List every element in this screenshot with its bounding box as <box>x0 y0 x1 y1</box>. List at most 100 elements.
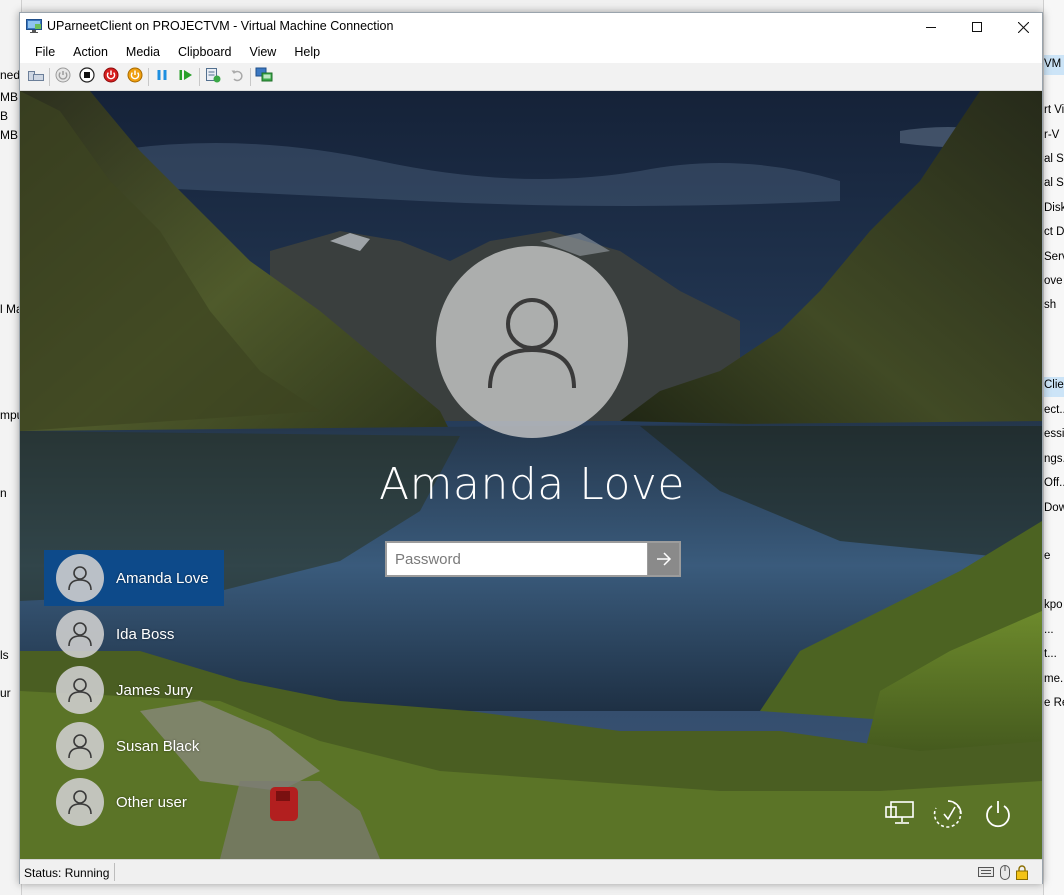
user-avatar-icon <box>68 566 92 591</box>
resume-button[interactable] <box>174 66 198 88</box>
toolbar <box>20 63 1042 91</box>
status-separator <box>114 863 115 881</box>
ctrl-alt-del-button[interactable] <box>24 66 48 88</box>
bg-fragment: Serv <box>1044 251 1064 263</box>
user-avatar-icon <box>68 678 92 703</box>
turn-off-button[interactable] <box>75 66 99 88</box>
user-avatar-icon <box>68 790 92 815</box>
revert-icon <box>230 68 244 85</box>
vm-connection-window: UParneetClient on PROJECTVM - Virtual Ma… <box>19 12 1043 884</box>
bg-fragment: ... <box>1044 624 1054 636</box>
bg-fragment: r-V <box>1044 129 1060 141</box>
bg-fragment: e <box>1044 550 1051 562</box>
lock-icon <box>1014 864 1030 880</box>
bg-fragment: al Sv <box>1044 153 1064 165</box>
user-tile-name: Other user <box>116 793 187 811</box>
network-button[interactable] <box>882 796 918 832</box>
pause-button[interactable] <box>150 66 174 88</box>
user-tile-avatar <box>56 666 104 714</box>
menu-action[interactable]: Action <box>64 45 117 59</box>
close-button[interactable] <box>1000 13 1046 41</box>
title-bar[interactable]: UParneetClient on PROJECTVM - Virtual Ma… <box>20 13 1042 41</box>
user-tile-avatar <box>56 554 104 602</box>
bg-fragment: n <box>0 486 7 500</box>
bg-fragment: e Re <box>1044 697 1064 709</box>
menu-file[interactable]: File <box>26 45 64 59</box>
bg-fragment: al SA <box>1044 177 1064 189</box>
menu-clipboard[interactable]: Clipboard <box>169 45 241 59</box>
toolbar-separator <box>49 67 50 86</box>
user-tile-avatar <box>56 722 104 770</box>
checkpoint-button[interactable] <box>201 66 225 88</box>
bg-fragment: B <box>0 109 9 123</box>
user-tile-amanda-love[interactable]: Amanda Love <box>44 550 224 606</box>
toolbar-separator <box>148 67 149 86</box>
bg-fragment: kpo <box>1044 599 1063 611</box>
bg-fragment: ls <box>0 648 9 662</box>
lock-screen-system-icons <box>882 796 1022 832</box>
vm-display[interactable]: Amanda Love Amanda Love Ida Boss James J… <box>20 91 1042 859</box>
resume-icon <box>178 68 194 85</box>
toolbar-separator <box>199 67 200 86</box>
user-tile-name: Susan Black <box>116 737 200 755</box>
bg-fragment: ur <box>0 686 11 700</box>
minimize-button[interactable] <box>908 13 954 41</box>
bg-fragment: rt Vi <box>1044 104 1064 116</box>
user-tile-susan-black[interactable]: Susan Black <box>44 718 224 774</box>
ease-of-access-icon <box>933 800 962 828</box>
status-text: Status: Running <box>24 866 110 880</box>
start-icon <box>55 67 71 86</box>
bg-fragment: essi <box>1044 428 1064 440</box>
user-avatar-icon <box>68 734 92 759</box>
bg-fragment: Disk... <box>1044 202 1064 214</box>
shut-down-button[interactable] <box>99 66 123 88</box>
user-tile-avatar <box>56 610 104 658</box>
enhanced-session-icon <box>255 67 273 86</box>
menu-view[interactable]: View <box>240 45 285 59</box>
save-button[interactable] <box>123 66 147 88</box>
selected-user-name: Amanda Love <box>379 459 685 510</box>
password-box <box>385 541 681 577</box>
menu-help[interactable]: Help <box>285 45 329 59</box>
bg-fragment: t... <box>1044 648 1057 660</box>
start-button[interactable] <box>51 66 75 88</box>
revert-button[interactable] <box>225 66 249 88</box>
user-tile-ida-boss[interactable]: Ida Boss <box>44 606 224 662</box>
menu-bar: File Action Media Clipboard View Help <box>20 41 1042 63</box>
toolbar-separator <box>250 67 251 86</box>
user-avatar-icon <box>68 622 92 647</box>
save-icon <box>127 67 143 86</box>
bg-fragment: MB <box>0 90 18 104</box>
ctrl-alt-del-icon <box>28 68 44 85</box>
background-window-right: VM rt Vi r-V al Sv al SA Disk... ct D Se… <box>1043 0 1064 895</box>
shut-down-icon <box>103 67 119 86</box>
user-tile-james-jury[interactable]: James Jury <box>44 662 224 718</box>
menu-media[interactable]: Media <box>117 45 169 59</box>
maximize-button[interactable] <box>954 13 1000 41</box>
power-button[interactable] <box>980 796 1016 832</box>
bg-fragment: me... <box>1044 673 1064 685</box>
turn-off-icon <box>79 67 95 86</box>
keyboard-icon <box>978 864 994 880</box>
window-title: UParneetClient on PROJECTVM - Virtual Ma… <box>47 19 394 33</box>
bg-selected-header: Clier <box>1044 377 1064 397</box>
checkpoint-icon <box>205 67 221 86</box>
bg-fragment: MB <box>0 128 18 142</box>
enhanced-session-button[interactable] <box>252 66 276 88</box>
bg-panel-header: VM <box>1044 55 1064 75</box>
submit-button[interactable] <box>647 543 679 575</box>
status-bar: Status: Running <box>20 859 1042 884</box>
bg-fragment: ned <box>0 68 21 82</box>
vm-connection-app-icon <box>26 19 42 33</box>
bg-fragment: sh <box>1044 299 1057 311</box>
bg-fragment: ove S <box>1044 275 1064 287</box>
user-avatar-icon <box>488 298 576 389</box>
pause-icon <box>155 68 169 85</box>
bg-fragment: ect... <box>1044 404 1064 416</box>
arrow-right-icon <box>656 552 671 566</box>
bg-fragment: Dow <box>1044 502 1064 514</box>
password-input[interactable] <box>387 543 647 575</box>
bg-fragment: Off... <box>1044 477 1064 489</box>
user-tile-other-user[interactable]: Other user <box>44 774 224 830</box>
ease-of-access-button[interactable] <box>930 796 966 832</box>
